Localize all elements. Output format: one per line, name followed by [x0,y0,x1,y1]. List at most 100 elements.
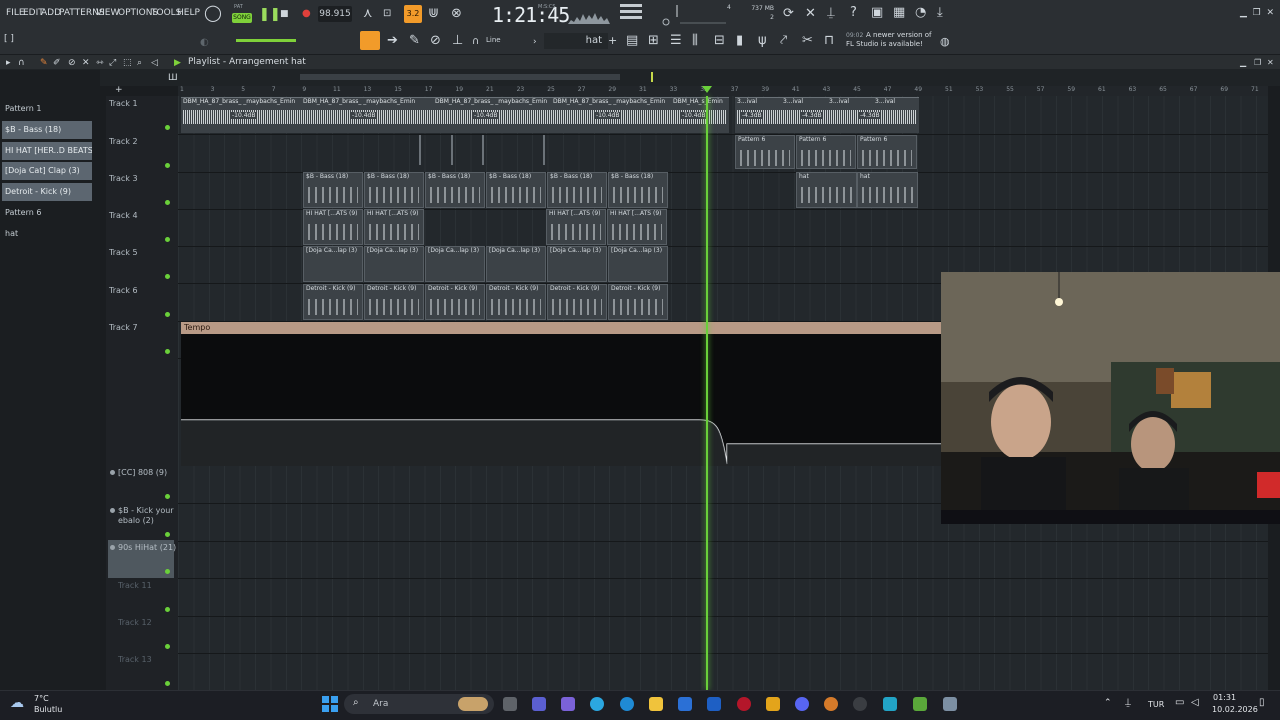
volume-icon[interactable]: ◁ [1191,697,1199,708]
playlist-maximize-icon[interactable]: ❐ [1254,56,1261,70]
pattern-clip[interactable]: HI HAT [...ATS (9) [546,209,606,245]
knob-icon[interactable]: ◐ [200,36,209,50]
snap-mode-select[interactable]: Line [486,36,501,44]
app-green-icon[interactable] [913,697,927,711]
pattern-clip[interactable]: [Doja Ca...lap (3) [608,246,668,282]
picker-item-clap[interactable]: [Doja Cat] Clap (3) [2,162,92,180]
notification-icon[interactable]: ▯ [1259,697,1265,708]
pattern-clip[interactable]: hat [796,172,857,208]
piano-roll-icon[interactable]: ⊞ [648,34,659,48]
tools-icon[interactable]: ✕ [805,7,816,21]
countdown-icon[interactable]: ⊗ [451,7,462,21]
add-pattern-icon[interactable]: + [608,34,617,48]
teams-icon[interactable] [532,697,546,711]
pattern-clip[interactable]: Detroit - Kick (9) [364,284,424,320]
pattern-clip[interactable]: Pattern 6 [857,135,917,169]
pattern-clip[interactable]: Detroit - Kick (9) [608,284,668,320]
fl-studio-icon[interactable] [824,697,838,711]
slice-tool-icon[interactable]: ⤢ [109,56,116,70]
track-mute-led[interactable] [165,163,170,168]
playlist-close-icon[interactable]: ✕ [1267,56,1274,70]
picker-item-hihat[interactable]: HI HAT [HER..D BEATS (9) [2,142,92,160]
channel-rack-icon[interactable]: ▤ [626,34,638,48]
pencil-icon[interactable]: ✎ [409,34,420,48]
automation-clip-header[interactable] [181,322,941,334]
playlist-icon[interactable]: ☰ [670,34,682,48]
magnet-small-icon[interactable]: ∩ [18,56,25,70]
track-mode-icon[interactable]: Ш [168,71,178,85]
track-mute-led[interactable] [165,532,170,537]
track-mute-led[interactable] [165,125,170,130]
pause-icon[interactable]: ❚❚ [259,8,281,22]
language-indicator[interactable]: TUR [1148,700,1164,709]
pattern-clip[interactable]: Pattern 6 [735,135,795,169]
plugin-icon[interactable]: ▮ [736,34,743,48]
track-mute-led[interactable] [165,200,170,205]
pattern-clip[interactable]: [Doja Ca...lap (3) [425,246,485,282]
pattern-clip[interactable]: [Doja Ca...lap (3) [486,246,546,282]
paint-tool-icon[interactable]: ✐ [53,56,61,70]
track-mute-led[interactable] [165,607,170,612]
track-name[interactable]: Track 7 [109,323,171,333]
track-name[interactable]: Track 6 [109,286,171,296]
track-mute-led[interactable] [165,644,170,649]
zoom-tool-icon[interactable]: ⌕ [137,56,142,70]
marker-clip[interactable] [482,135,484,165]
draw-tool-icon[interactable]: ✎ [40,56,48,70]
main-volume-slider[interactable] [236,39,296,42]
task-view-icon[interactable] [503,697,517,711]
slip-tool-icon[interactable]: ⇿ [96,56,104,70]
pattern-clip[interactable]: $B - Bass (18) [425,172,485,208]
picker-item-hat[interactable]: hat [2,225,92,243]
mute-tool-icon[interactable]: ✕ [82,56,90,70]
pattern-clip[interactable]: hat [857,172,918,208]
track-mute-led[interactable] [165,349,170,354]
track-name[interactable]: Track 4 [109,211,171,221]
clock-time[interactable]: 01:31 [1213,693,1236,702]
piano-roll-button[interactable] [360,31,380,50]
close-icon[interactable]: ✕ [1266,8,1274,18]
chevron-up-icon[interactable]: ⌃ [1104,698,1112,708]
pattern-selector[interactable]: hat [544,33,608,49]
track-name[interactable]: [CC] 808 (9) [118,468,180,478]
snap-button[interactable]: 3.2 [404,5,422,23]
pattern-clip[interactable]: HI HAT [...ATS (9) [607,209,667,245]
obs-icon[interactable] [853,697,867,711]
minimize-icon[interactable]: ▁ [1240,8,1247,18]
arrow-right-icon[interactable]: ➔ [387,34,398,48]
track-mute-led[interactable] [165,312,170,317]
file-explorer-icon[interactable] [649,697,663,711]
chat-icon[interactable]: ◔ [915,6,926,20]
blend-notes-icon[interactable]: ⋓ [428,7,439,21]
track-name[interactable]: Track 1 [109,99,171,109]
stop-icon[interactable]: ■ [280,7,289,21]
tempo-display[interactable]: 98.915 [318,6,352,22]
horizontal-scrollbar[interactable] [300,74,620,80]
network-icon[interactable]: ▭ [1175,697,1184,708]
track-name[interactable]: Track 11 [118,581,180,591]
track-name[interactable]: Track 5 [109,248,171,258]
link-icon[interactable]: ⊘ [430,34,441,48]
playhead[interactable] [706,96,708,690]
picker-item-bass[interactable]: $B - Bass (18) [2,121,92,139]
magnet-icon[interactable]: ∩ [472,35,479,49]
select-tool-icon[interactable]: ⬚ [123,56,132,70]
update-notice[interactable]: A newer version of FL Studio is availabl… [846,31,938,49]
maximize-icon[interactable]: ❐ [1253,8,1261,18]
pattern-clip[interactable]: [Doja Ca...lap (3) [547,246,607,282]
marker-clip[interactable] [543,135,545,165]
playhead-marker[interactable] [702,86,712,93]
track-mute-led[interactable] [165,681,170,686]
weather-icon[interactable]: ☁ [10,695,24,711]
marker-clip[interactable] [451,135,453,165]
automation-curve[interactable] [181,334,941,466]
save-icon[interactable]: ▣ [871,6,883,20]
picker-item-kick[interactable]: Detroit - Kick (9) [2,183,92,201]
browser-icon[interactable]: ⊟ [714,34,725,48]
browser-app-icon[interactable] [590,697,604,711]
pattern-clip[interactable]: HI HAT [...ATS (9) [303,209,363,245]
refresh-icon[interactable]: ⟳ [783,7,794,21]
playlist-minimize-icon[interactable]: ▁ [1240,56,1246,70]
track-name[interactable]: Track 3 [109,174,171,184]
windows-start-icon[interactable] [322,696,338,712]
